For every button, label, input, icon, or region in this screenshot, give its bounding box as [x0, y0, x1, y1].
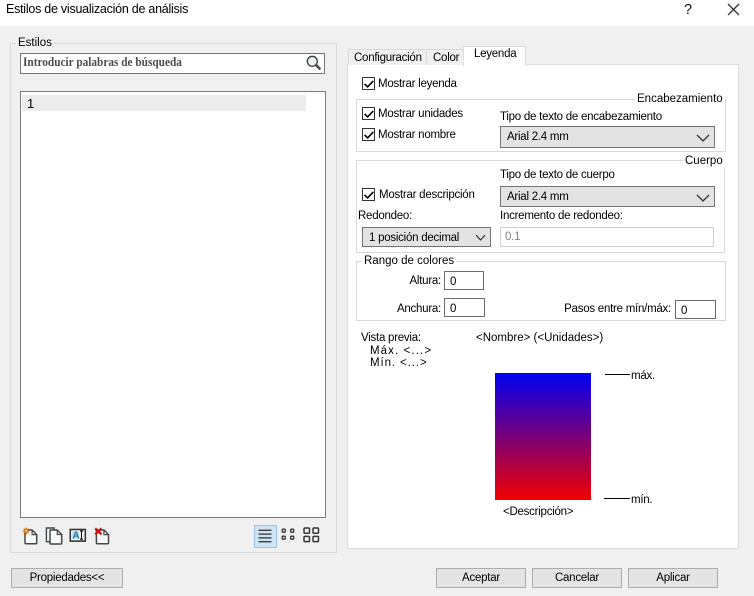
svg-text:A: A: [72, 530, 79, 541]
